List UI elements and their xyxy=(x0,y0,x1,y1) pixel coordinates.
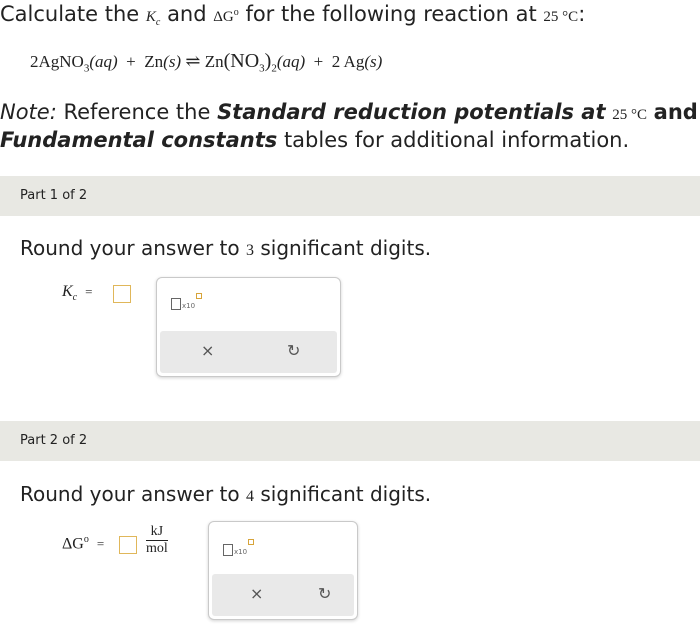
question-prefix: Calculate the xyxy=(0,2,140,26)
part1-tool-tray: × ↻ xyxy=(160,331,337,373)
part1-scientific-notation-button[interactable] xyxy=(171,298,181,310)
part1-exponent-box-icon xyxy=(196,293,202,299)
delta-g-label: ΔGo = xyxy=(62,534,105,553)
part2-instruction: Round your answer to 4 significant digit… xyxy=(20,482,432,506)
fundamental-constants-link[interactable]: Fundamental constants xyxy=(0,128,277,152)
part1-instruction: Round your answer to 3 significant digit… xyxy=(20,236,432,260)
part1-undo-icon[interactable]: ↻ xyxy=(287,341,300,360)
question-text: Calculate the Kc and ΔGo for the followi… xyxy=(0,2,586,28)
part2-tool-panel: x10 × ↻ xyxy=(208,521,358,620)
note-line-1: Note: Reference the Standard reduction p… xyxy=(0,100,698,124)
question-suffix: for the following reaction at xyxy=(245,2,537,26)
part2-clear-icon[interactable]: × xyxy=(250,584,263,603)
kc-symbol: Kc xyxy=(145,9,161,28)
part1-header: Part 1 of 2 xyxy=(0,176,700,216)
kc-answer-input[interactable] xyxy=(113,285,131,303)
part1-clear-icon[interactable]: × xyxy=(201,341,214,360)
note-line-2: Fundamental constants tables for additio… xyxy=(0,128,630,152)
part2-tool-tray: × ↻ xyxy=(212,574,354,616)
kc-label: Kc = xyxy=(62,283,93,304)
part2-scientific-notation-button[interactable] xyxy=(223,544,233,556)
question-and: and xyxy=(167,2,207,26)
part2-undo-icon[interactable]: ↻ xyxy=(318,584,331,603)
part2-exponent-box-icon xyxy=(248,539,254,545)
question-temperature: 25 °C xyxy=(543,9,579,25)
part2-header: Part 2 of 2 xyxy=(0,421,700,461)
delta-g-symbol: ΔGo xyxy=(213,7,239,25)
equilibrium-arrow-icon: ⇌ xyxy=(185,51,201,71)
part1-tool-panel: x10 × ↻ xyxy=(156,277,341,377)
delta-g-answer-input[interactable] xyxy=(119,536,137,554)
reduction-potentials-link[interactable]: Standard reduction potentials at xyxy=(217,100,605,124)
unit-kj-per-mol: kJ mol xyxy=(146,524,168,556)
reaction-equation: 2AgNO3(aq) + Zn(s) ⇌ Zn(NO3)2(aq) + 2 Ag… xyxy=(30,50,383,75)
